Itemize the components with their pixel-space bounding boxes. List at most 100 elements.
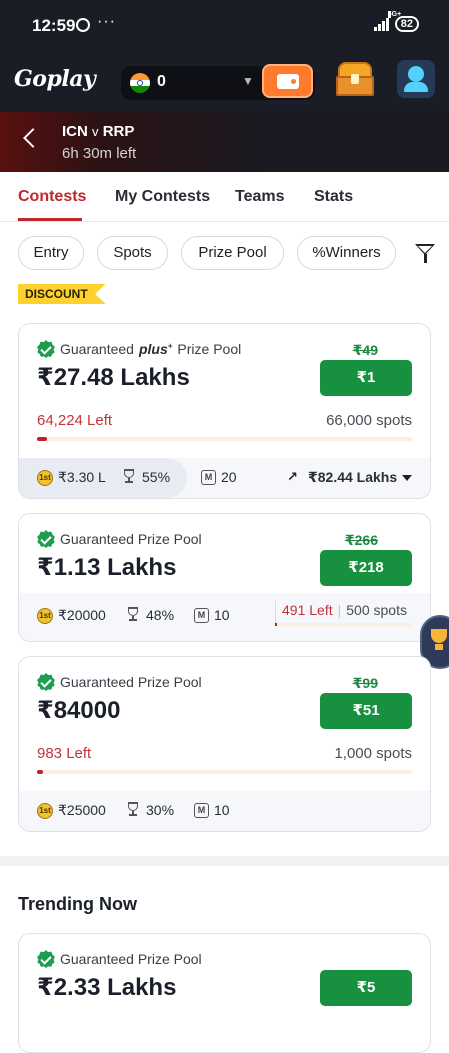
original-entry-fee: ₹49 xyxy=(352,342,378,358)
guarantee-label: Guaranteed Prize Pool xyxy=(37,950,202,968)
chevron-down-icon: ▼ xyxy=(242,74,254,88)
team-2-name: RRP xyxy=(102,123,135,140)
max-entries: M 10 xyxy=(194,607,230,623)
plus-label: plus+ xyxy=(138,341,173,357)
filter-spots[interactable]: Spots xyxy=(97,236,168,270)
contest-card[interactable]: Guaranteed plus+ Prize Pool ₹27.48 Lakhs… xyxy=(18,323,431,499)
trend-prize-dropdown[interactable]: ₹82.44 Lakhs xyxy=(287,469,413,486)
contest-card[interactable]: Guaranteed Prize Pool ₹2.33 Lakhs ₹5 xyxy=(18,933,431,1053)
guarantee-label: Guaranteed Prize Pool xyxy=(37,530,202,548)
spots-progress-fill xyxy=(37,437,48,441)
footer-divider xyxy=(275,601,276,625)
trophy-icon xyxy=(121,469,137,485)
original-entry-fee: ₹99 xyxy=(352,675,378,691)
status-right: 5G+ 82 xyxy=(373,11,419,32)
first-prize-icon: 1st xyxy=(37,469,53,486)
first-prize-icon: 1st xyxy=(37,607,53,624)
add-cash-button[interactable] xyxy=(262,64,313,98)
caret-down-icon xyxy=(402,474,413,481)
prize-pool-amount: ₹2.33 Lakhs xyxy=(37,974,177,1001)
network-label: 5G+ xyxy=(387,11,402,18)
active-tab-indicator xyxy=(18,218,82,221)
prize-pool-amount: ₹1.13 Lakhs xyxy=(37,554,177,581)
first-prize: 1st ₹3.30 L xyxy=(37,469,106,486)
spots-left: 983 Left xyxy=(37,745,92,762)
multi-entry-icon: M xyxy=(201,469,216,485)
total-spots: 1,000 spots xyxy=(334,745,412,762)
spots-progress-bar xyxy=(37,437,412,441)
first-prize: 1st ₹20000 xyxy=(37,607,106,624)
spots-progress-fill xyxy=(275,623,278,626)
match-time-left: 6h 30m left xyxy=(62,145,137,162)
winners-percent: 30% xyxy=(125,802,174,818)
total-spots: 500 spots xyxy=(346,602,407,618)
total-spots: 66,000 spots xyxy=(326,412,412,429)
guarantee-label: Guaranteed Prize Pool xyxy=(37,673,202,691)
filter-entry[interactable]: Entry xyxy=(18,236,84,270)
battery-icon: 82 xyxy=(394,16,419,32)
verified-check-icon xyxy=(37,340,55,358)
contest-card[interactable]: Guaranteed Prize Pool ₹1.13 Lakhs ₹266 ₹… xyxy=(18,513,431,642)
status-bar: 12:59 ··· 5G+ 82 xyxy=(0,0,449,52)
multi-entry-icon: M xyxy=(194,607,209,623)
team-1-name: ICN xyxy=(62,123,88,140)
spots-left: 491 Left xyxy=(282,602,333,618)
filter-prize-pool[interactable]: Prize Pool xyxy=(181,236,284,270)
match-header: ICN v RRP 6h 30m left xyxy=(0,112,449,172)
contest-card[interactable]: Guaranteed Prize Pool ₹84000 ₹99 ₹51 983… xyxy=(18,656,431,832)
back-arrow-icon[interactable] xyxy=(23,128,43,148)
trending-up-icon xyxy=(287,469,303,485)
spots-progress-bar xyxy=(275,623,412,626)
profile-avatar-icon[interactable] xyxy=(397,60,435,98)
first-prize-icon: 1st xyxy=(37,802,53,819)
original-entry-fee: ₹266 xyxy=(344,532,378,548)
match-title: ICN v RRP xyxy=(62,123,134,140)
more-notifications-icon: ··· xyxy=(97,13,116,30)
trophy-icon xyxy=(125,607,141,623)
verified-check-icon xyxy=(37,673,55,691)
tab-stats[interactable]: Stats xyxy=(314,188,353,206)
section-separator xyxy=(0,856,449,866)
tab-teams[interactable]: Teams xyxy=(235,188,285,206)
tab-bar: Contests My Contests Teams Stats xyxy=(0,172,449,222)
spots-progress-bar xyxy=(37,770,412,774)
join-contest-button[interactable]: ₹1 xyxy=(320,360,412,396)
filter-funnel-icon[interactable] xyxy=(415,244,437,266)
winners-percent: 55% xyxy=(121,469,170,485)
wallet-icon xyxy=(277,74,299,89)
contest-footer: 1st ₹25000 30% M 10 xyxy=(19,791,430,831)
discount-badge: DISCOUNT xyxy=(18,284,106,304)
join-contest-button[interactable]: ₹5 xyxy=(320,970,412,1006)
filter-winners[interactable]: %Winners xyxy=(297,236,396,270)
verified-check-icon xyxy=(37,950,55,968)
tab-my-contests[interactable]: My Contests xyxy=(115,188,210,206)
whatsapp-icon xyxy=(76,18,90,32)
join-contest-button[interactable]: ₹51 xyxy=(320,693,412,729)
tab-contests[interactable]: Contests xyxy=(18,188,86,206)
trophy-icon xyxy=(125,802,141,818)
max-entries: M 10 xyxy=(194,802,230,818)
first-prize: 1st ₹25000 xyxy=(37,802,106,819)
balance-amount: 0 xyxy=(157,73,166,90)
spots-status: 491 Left | 500 spots xyxy=(282,602,407,618)
verified-check-icon xyxy=(37,530,55,548)
status-time: 12:59 xyxy=(32,16,76,35)
signal-icon: 5G+ xyxy=(373,11,401,31)
spots-progress-fill xyxy=(37,770,44,774)
app-header: Goplay 0 ▼ xyxy=(0,52,449,112)
contest-footer: 1st ₹3.30 L 55% M 20 ₹82.44 Lakhs xyxy=(19,458,430,498)
india-flag-icon xyxy=(130,73,150,93)
join-contest-button[interactable]: ₹218 xyxy=(320,550,412,586)
versus-label: v xyxy=(92,124,99,139)
spots-left: 64,224 Left xyxy=(37,412,113,429)
winners-percent: 48% xyxy=(125,607,174,623)
contest-footer: 1st ₹20000 48% M 10 491 Left | 500 spots xyxy=(19,593,430,641)
filter-row: Entry Spots Prize Pool %Winners xyxy=(0,236,449,272)
guarantee-label: Guaranteed plus+ Prize Pool xyxy=(37,340,241,358)
prize-pool-amount: ₹84000 xyxy=(37,697,121,724)
multi-entry-icon: M xyxy=(194,802,209,818)
max-entries: M 20 xyxy=(201,469,237,485)
prize-pool-amount: ₹27.48 Lakhs xyxy=(37,364,190,391)
goplay-logo[interactable]: Goplay xyxy=(14,66,96,92)
treasure-chest-icon[interactable] xyxy=(333,58,379,100)
